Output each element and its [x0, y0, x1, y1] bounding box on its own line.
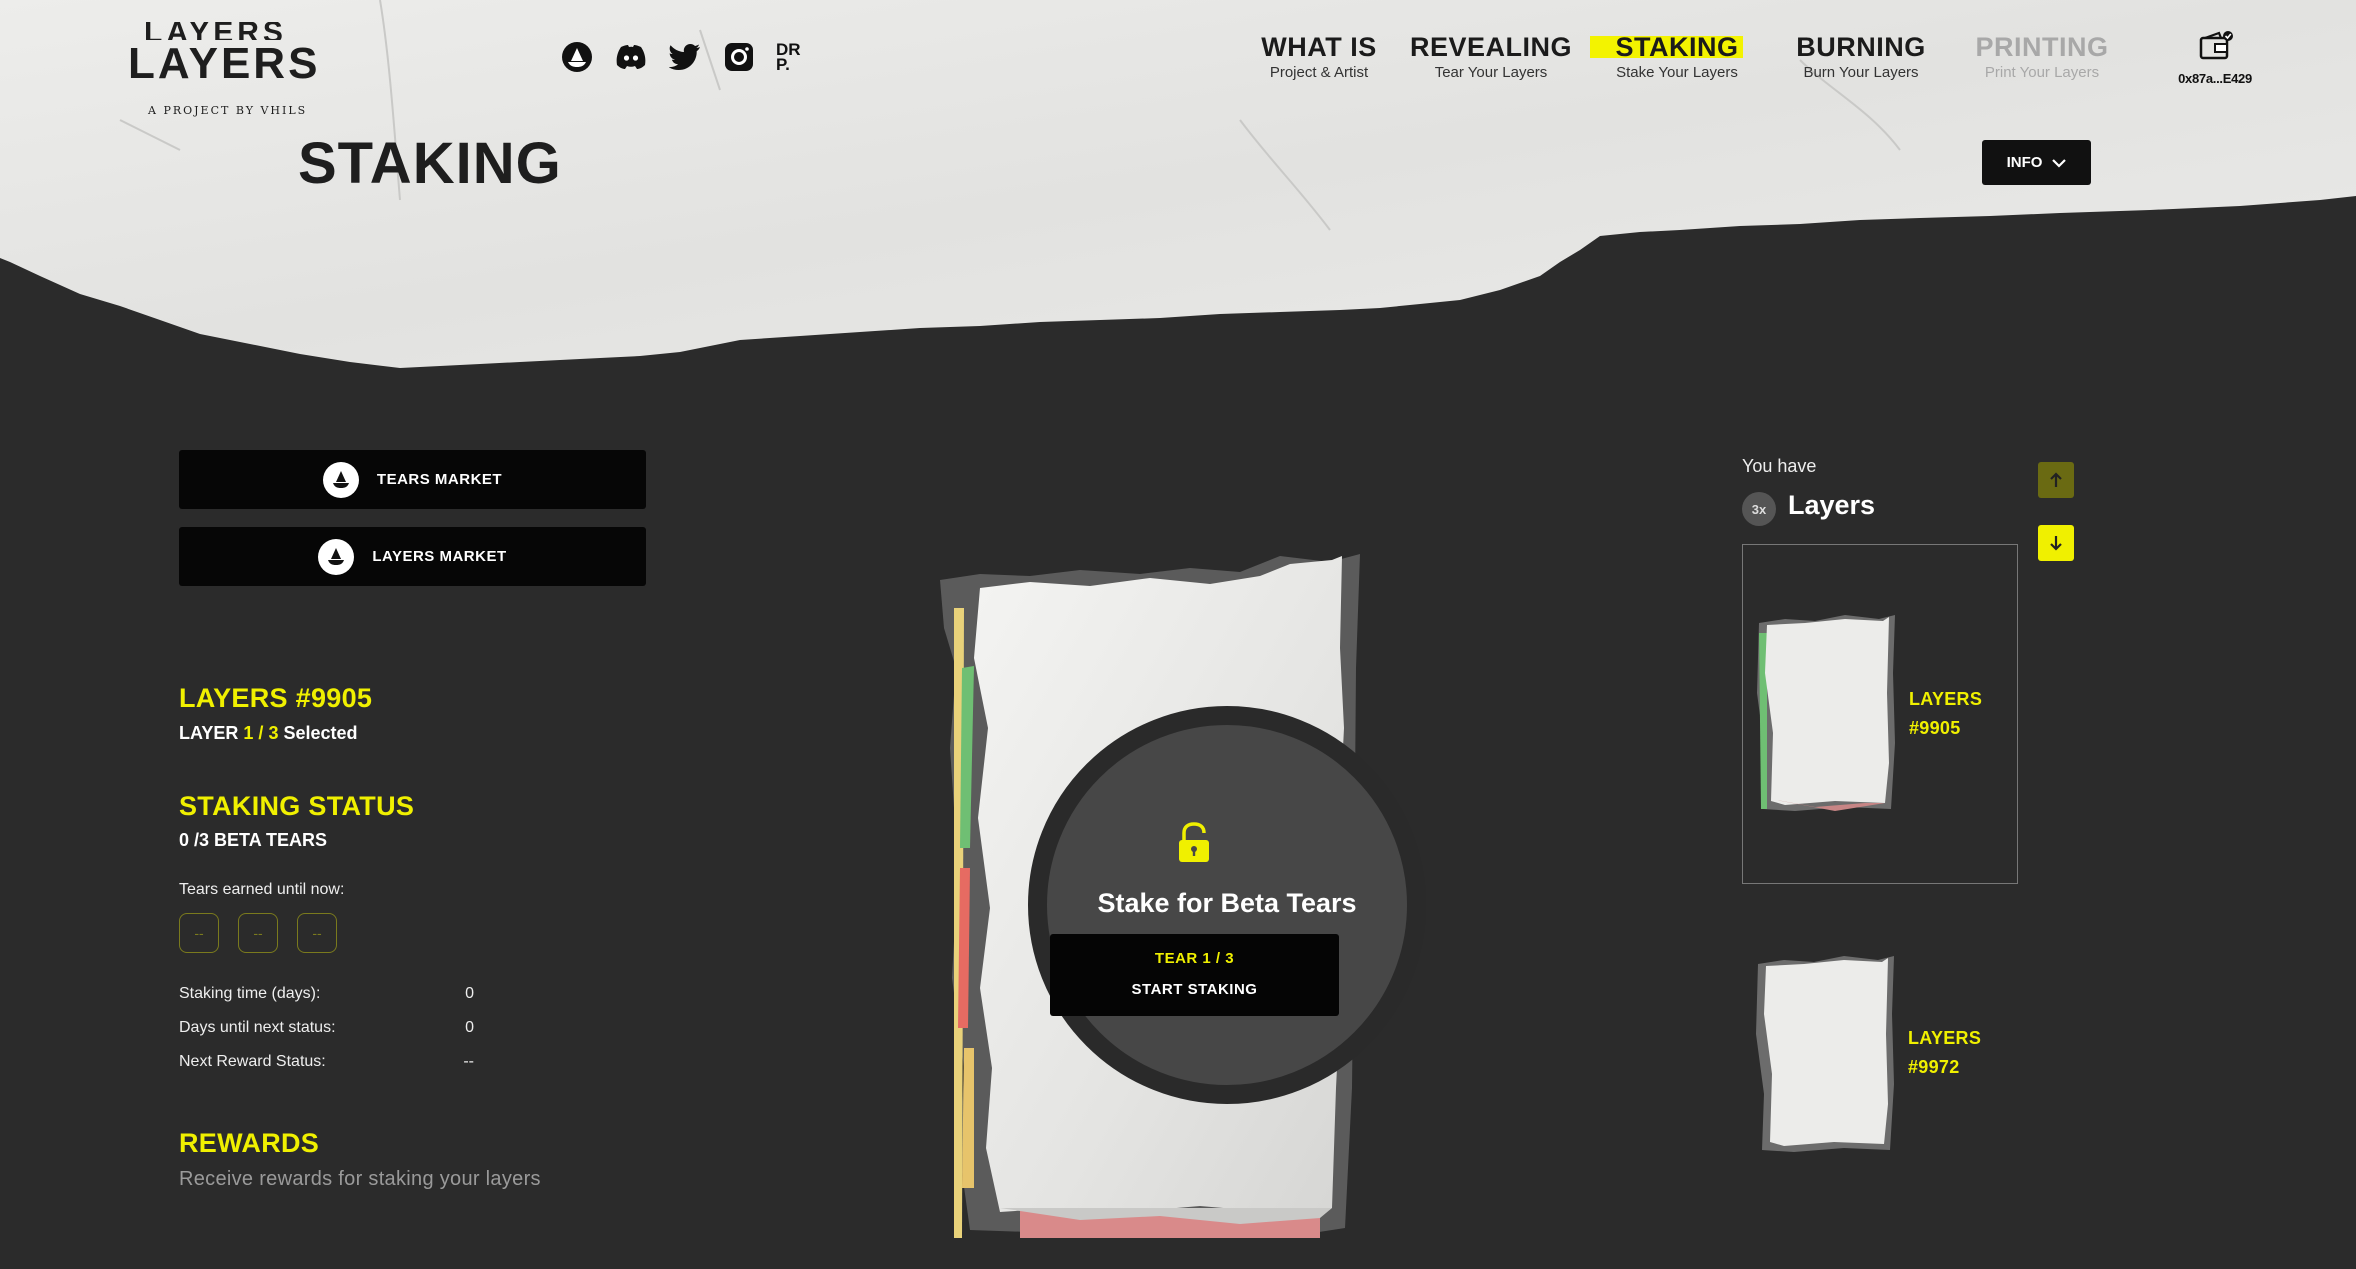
stat-value: -- — [463, 1053, 474, 1070]
tear-slot: -- — [297, 913, 337, 953]
wallet-button[interactable]: 0x87a...E429 — [2172, 30, 2258, 86]
nav-title: STAKING — [1589, 32, 1743, 62]
stat-staking-time: Staking time (days): 0 — [179, 985, 474, 1003]
nav-title: PRINTING — [1975, 32, 2109, 62]
beta-tears-count: 0 /3 BETA TEARS — [179, 830, 328, 850]
drp-logo[interactable]: DR P. — [776, 41, 810, 73]
main-nav: WHAT IS Project & Artist REVEALING Tear … — [1240, 32, 2132, 81]
layer-card-label: LAYERS #9905 — [1909, 685, 1982, 743]
layer-card-number: #9905 — [1909, 718, 1961, 738]
layer-prefix: LAYER — [179, 723, 239, 743]
nav-title: BURNING — [1796, 32, 1926, 62]
nav-subtitle: Stake Your Layers — [1616, 64, 1738, 81]
layer-thumbnail — [1757, 615, 1895, 811]
selected-layer-title: LAYERS #9905 — [179, 683, 373, 713]
chevron-down-icon — [2052, 158, 2067, 168]
logo-text: LAYERS — [128, 39, 321, 88]
tear-progress-label: TEAR 1 / 3 — [1154, 950, 1235, 967]
social-links: DR P. — [560, 40, 810, 74]
logo-ghost-text: LAYERS — [144, 22, 287, 40]
layers-market-label: LAYERS MARKET — [372, 548, 507, 565]
layer-current: 1 — [243, 723, 254, 743]
stat-next-reward: Next Reward Status: -- — [179, 1053, 474, 1071]
layer-total: 3 — [268, 723, 279, 743]
stat-label: Days until next status: — [179, 1019, 336, 1036]
opensea-icon — [322, 461, 359, 498]
wallet-check-icon — [2199, 31, 2233, 60]
layer-card-name: LAYERS — [1909, 689, 1983, 709]
selected-suffix: Selected — [283, 723, 358, 743]
unlocked-padlock-icon — [1179, 822, 1209, 862]
stat-label: Next Reward Status: — [179, 1053, 326, 1070]
tears-earned-label: Tears earned until now: — [179, 881, 345, 898]
scroll-down-button[interactable] — [2038, 525, 2074, 561]
nav-subtitle: Print Your Layers — [1984, 64, 2100, 81]
layer-thumbnail — [1756, 956, 1894, 1152]
nav-burning[interactable]: BURNING Burn Your Layers — [1770, 32, 1952, 81]
nav-subtitle: Project & Artist — [1269, 64, 1369, 81]
layer-card-label: LAYERS #9972 — [1908, 1024, 1981, 1082]
rewards-description: Receive rewards for staking your layers — [179, 1168, 541, 1190]
nav-what-is[interactable]: WHAT IS Project & Artist — [1240, 32, 1398, 81]
stat-value: 0 — [465, 1019, 474, 1036]
arrow-up-icon — [2050, 472, 2062, 487]
nav-subtitle: Tear Your Layers — [1434, 64, 1548, 81]
layers-count-badge: 3x — [1742, 492, 1776, 526]
stat-label: Staking time (days): — [179, 985, 321, 1002]
rewards-title: REWARDS — [179, 1128, 320, 1158]
instagram-icon[interactable] — [722, 40, 756, 74]
info-label: INFO — [2006, 154, 2043, 171]
layer-separator: / — [258, 723, 264, 743]
layers-market-button[interactable]: LAYERS MARKET — [179, 527, 646, 586]
stat-value: 0 — [465, 985, 474, 1002]
logo-subtitle: A PROJECT BY VHILS — [148, 104, 308, 117]
opensea-icon[interactable] — [560, 40, 594, 74]
stat-days-until-next: Days until next status: 0 — [179, 1019, 474, 1037]
staking-status-title: STAKING STATUS — [179, 791, 415, 821]
tears-market-label: TEARS MARKET — [376, 471, 503, 488]
arrow-down-icon — [2050, 536, 2062, 551]
nav-title: WHAT IS — [1261, 32, 1377, 62]
layer-selection-count: LAYER 1 / 3 Selected — [179, 723, 358, 744]
nav-subtitle: Burn Your Layers — [1803, 64, 1919, 81]
nav-printing[interactable]: PRINTING Print Your Layers — [1952, 32, 2132, 81]
layers-logo[interactable]: LAYERS LAYERS A PROJECT BY VHILS — [128, 22, 321, 117]
start-staking-button[interactable]: TEAR 1 / 3 START STAKING — [1050, 934, 1339, 1016]
layers-heading: Layers — [1788, 490, 1876, 520]
layer-card-9905[interactable]: LAYERS #9905 — [1742, 544, 2018, 884]
discord-icon[interactable] — [614, 40, 648, 74]
layer-card-name: LAYERS — [1908, 1028, 1982, 1048]
page-title: STAKING — [298, 131, 562, 196]
scroll-up-button[interactable] — [2038, 462, 2074, 498]
info-dropdown-button[interactable]: INFO — [1982, 140, 2091, 185]
wallet-address: 0x87a...E429 — [2178, 71, 2252, 86]
you-have-label: You have — [1742, 456, 1817, 476]
start-staking-label: START STAKING — [1131, 981, 1258, 998]
layer-card-number: #9972 — [1908, 1057, 1960, 1077]
twitter-icon[interactable] — [668, 40, 702, 74]
nav-revealing[interactable]: REVEALING Tear Your Layers — [1398, 32, 1584, 81]
opensea-icon — [318, 538, 355, 575]
tear-slot: -- — [179, 913, 219, 953]
layer-card-9972[interactable]: LAYERS #9972 — [1742, 884, 2018, 1224]
nav-title: REVEALING — [1409, 32, 1573, 62]
site-header: LAYERS LAYERS A PROJECT BY VHILS DR P. W… — [0, 0, 2356, 380]
tears-market-button[interactable]: TEARS MARKET — [179, 450, 646, 509]
stake-panel-title: Stake for Beta Tears — [1097, 888, 1357, 918]
tear-slot: -- — [238, 913, 278, 953]
nav-staking[interactable]: STAKING Stake Your Layers — [1584, 32, 1770, 81]
